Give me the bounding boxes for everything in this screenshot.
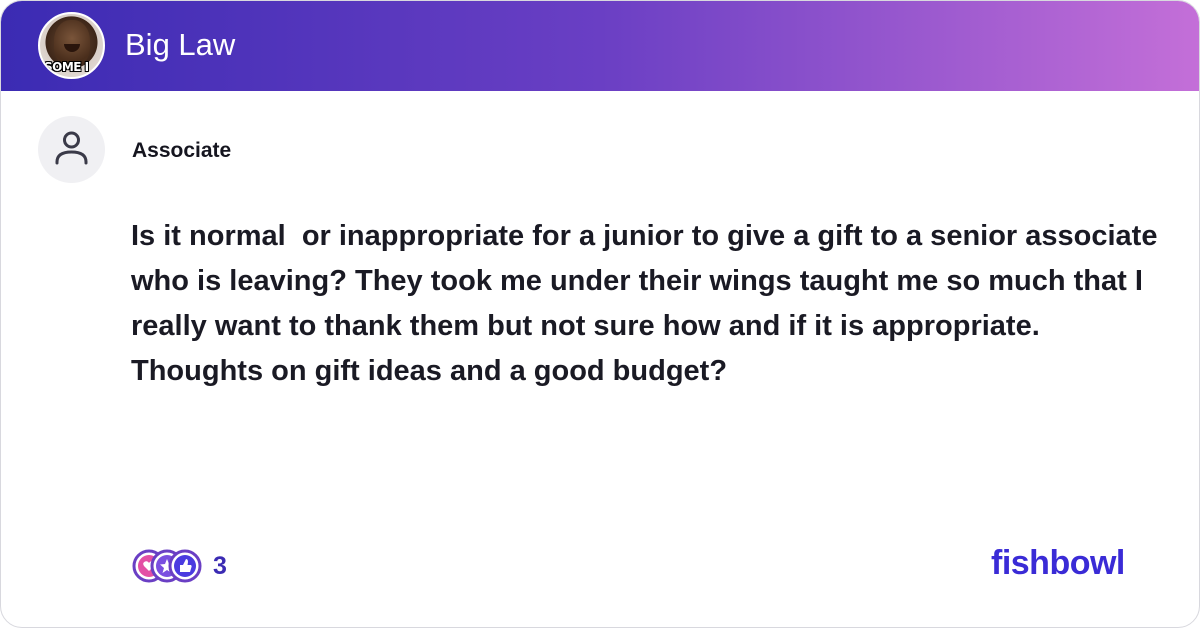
avatar-caption: SOME I <box>44 60 89 74</box>
group-name[interactable]: Big Law <box>125 25 235 65</box>
group-header: SOME I Big Law <box>1 1 1199 91</box>
fishbowl-logo[interactable]: fishbowl <box>991 544 1125 583</box>
user-placeholder-icon <box>55 131 88 165</box>
post-card: SOME I Big Law Associate Is it normal or… <box>0 0 1200 628</box>
reaction-icons <box>131 548 202 584</box>
like-reaction-icon <box>168 549 202 583</box>
user-avatar[interactable] <box>38 116 105 183</box>
author-role: Associate <box>132 139 232 162</box>
group-avatar[interactable]: SOME I <box>38 12 105 79</box>
reaction-count: 3 <box>213 551 227 580</box>
reactions[interactable]: 3 <box>131 548 227 584</box>
post-body: Is it normal or inappropriate for a juni… <box>131 220 1166 387</box>
